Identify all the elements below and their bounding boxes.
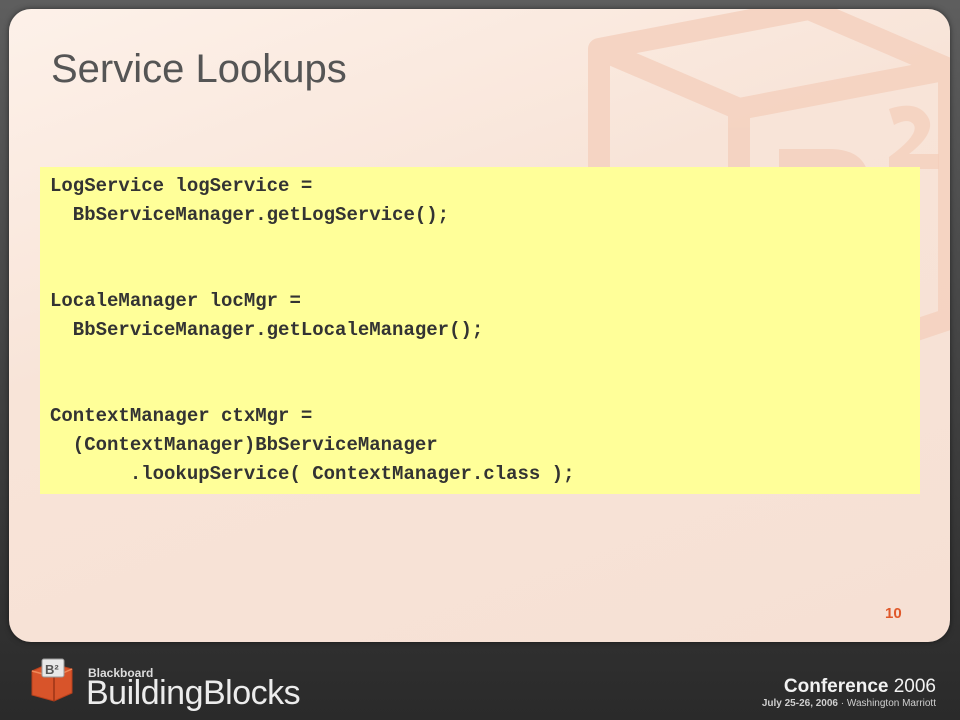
conference-location: · Washington Marriott	[838, 698, 936, 709]
slide-title: Service Lookups	[51, 47, 347, 91]
code-line: (ContextManager)BbServiceManager	[50, 434, 438, 457]
conference-title: Conference 2006	[784, 676, 936, 698]
conference-details: July 25-26, 2006 · Washington Marriott	[762, 698, 936, 709]
brand-name-large: BuildingBlocks	[86, 674, 301, 712]
conference-word: Conference	[783, 676, 889, 697]
building-blocks-logo-icon: B²	[31, 658, 73, 702]
slide-panel: Service Lookups LogService logService = …	[9, 9, 950, 642]
conference-dates: July 25-26, 2006	[761, 698, 838, 709]
svg-text:B²: B²	[45, 662, 59, 677]
page-number: 10	[885, 605, 902, 622]
conference-year: 2006	[888, 676, 936, 697]
code-line: BbServiceManager.getLocaleManager();	[50, 318, 484, 341]
code-block: LogService logService = BbServiceManager…	[40, 167, 920, 494]
code-line: LocaleManager locMgr =	[50, 290, 301, 313]
code-line: LogService logService =	[50, 175, 313, 197]
code-line: .lookupService( ContextManager.class );	[50, 462, 575, 485]
code-line: ContextManager ctxMgr =	[50, 405, 313, 428]
code-line: BbServiceManager.getLogService();	[50, 203, 450, 226]
